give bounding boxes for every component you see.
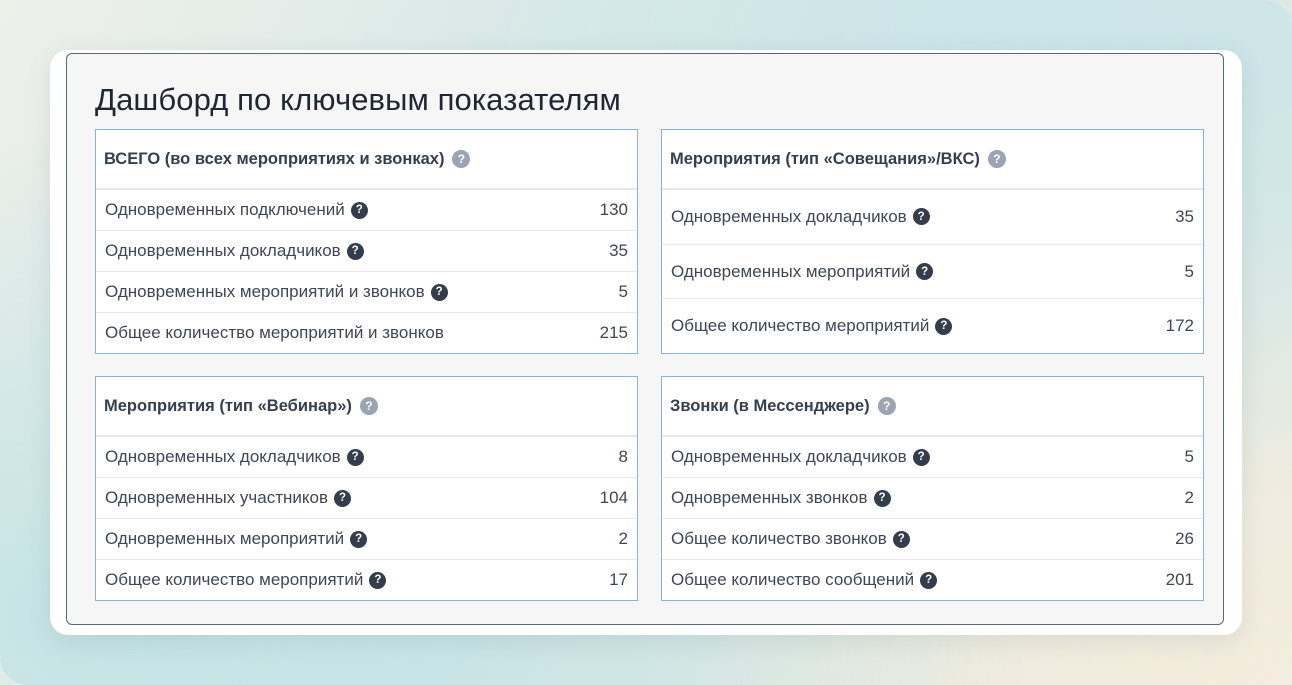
stat-value: 8 bbox=[618, 447, 628, 466]
stat-label: Общее количество мероприятий и звонков bbox=[105, 323, 444, 342]
stat-row: Общее количество сообщений? 201 bbox=[662, 559, 1203, 600]
stat-value: 215 bbox=[599, 323, 628, 342]
stat-row: Одновременных докладчиков? 35 bbox=[96, 230, 637, 271]
stat-label: Одновременных мероприятий и звонков bbox=[105, 282, 425, 301]
stat-value: 5 bbox=[618, 282, 628, 301]
stat-value: 172 bbox=[1165, 316, 1194, 336]
stat-label: Общее количество мероприятий bbox=[105, 570, 364, 589]
stat-label: Общее количество мероприятий bbox=[671, 316, 930, 336]
help-icon[interactable]: ? bbox=[369, 571, 387, 589]
help-icon[interactable]: ? bbox=[346, 448, 364, 466]
help-icon[interactable]: ? bbox=[912, 208, 930, 226]
help-icon[interactable]: ? bbox=[935, 317, 953, 335]
help-icon[interactable]: ? bbox=[350, 530, 368, 548]
stat-label: Одновременных мероприятий bbox=[105, 529, 345, 548]
help-icon[interactable]: ? bbox=[359, 397, 378, 415]
card-title: Звонки (в Мессенджере) bbox=[670, 396, 870, 415]
stat-row: Одновременных участников? 104 bbox=[96, 477, 637, 518]
stat-value: 2 bbox=[618, 529, 628, 548]
stat-label: Общее количество звонков bbox=[671, 529, 887, 548]
card-calls: Звонки (в Мессенджере) ? Одновременных д… bbox=[661, 376, 1204, 601]
card-title: ВСЕГО (во всех мероприятиях и звонках) bbox=[104, 149, 445, 168]
card-total: ВСЕГО (во всех мероприятиях и звонках) ?… bbox=[95, 129, 638, 354]
stat-value: 5 bbox=[1184, 261, 1194, 281]
stat-row: Общее количество мероприятий и звонков 2… bbox=[96, 312, 637, 353]
stat-row: Одновременных докладчиков? 35 bbox=[662, 190, 1203, 244]
stat-row: Одновременных звонков? 2 bbox=[662, 477, 1203, 518]
stat-label: Одновременных докладчиков bbox=[671, 206, 907, 226]
stat-value: 35 bbox=[609, 241, 628, 260]
card-header: Мероприятия (тип «Совещания»/ВКС) ? bbox=[662, 130, 1203, 190]
stat-row: Одновременных докладчиков? 8 bbox=[96, 437, 637, 477]
stat-label: Общее количество сообщений bbox=[671, 570, 915, 589]
stat-row: Одновременных мероприятий и звонков? 5 bbox=[96, 271, 637, 312]
stat-value: 201 bbox=[1165, 570, 1194, 589]
stat-value: 26 bbox=[1175, 529, 1194, 548]
stat-label: Одновременных участников bbox=[105, 488, 329, 507]
stat-label: Одновременных докладчиков bbox=[105, 447, 341, 466]
help-icon[interactable]: ? bbox=[877, 397, 896, 415]
card-title: Мероприятия (тип «Совещания»/ВКС) bbox=[670, 149, 980, 168]
stat-label: Одновременных мероприятий bbox=[671, 261, 911, 281]
help-icon[interactable]: ? bbox=[350, 201, 368, 219]
stat-row: Одновременных мероприятий? 2 bbox=[96, 518, 637, 559]
stat-value: 130 bbox=[599, 200, 628, 219]
help-icon[interactable]: ? bbox=[430, 283, 448, 301]
stat-value: 104 bbox=[599, 488, 628, 507]
stat-row: Общее количество звонков? 26 bbox=[662, 518, 1203, 559]
stat-label: Одновременных подключений bbox=[105, 200, 345, 219]
help-icon[interactable]: ? bbox=[912, 448, 930, 466]
stat-row: Общее количество мероприятий? 172 bbox=[662, 298, 1203, 353]
card-header: ВСЕГО (во всех мероприятиях и звонках) ? bbox=[96, 130, 637, 190]
help-icon[interactable]: ? bbox=[892, 530, 910, 548]
help-icon[interactable]: ? bbox=[334, 489, 352, 507]
help-icon[interactable]: ? bbox=[987, 150, 1006, 168]
dashboard-window: Дашборд по ключевым показателям ВСЕГО (в… bbox=[50, 50, 1242, 635]
dashboard-panel: Дашборд по ключевым показателям ВСЕГО (в… bbox=[66, 53, 1224, 625]
stat-row: Одновременных мероприятий? 5 bbox=[662, 243, 1203, 299]
page-title: Дашборд по ключевым показателям bbox=[95, 82, 621, 117]
card-meetings: Мероприятия (тип «Совещания»/ВКС) ? Одно… bbox=[661, 129, 1204, 354]
stat-value: 5 bbox=[1184, 447, 1194, 466]
help-icon[interactable]: ? bbox=[920, 571, 938, 589]
stat-label: Одновременных звонков bbox=[671, 488, 868, 507]
stat-value: 35 bbox=[1175, 206, 1194, 226]
stat-label: Одновременных докладчиков bbox=[671, 447, 907, 466]
stat-row: Одновременных подключений? 130 bbox=[96, 190, 637, 230]
card-webinar: Мероприятия (тип «Вебинар») ? Одновремен… bbox=[95, 376, 638, 601]
help-icon[interactable]: ? bbox=[916, 263, 934, 280]
stat-value: 2 bbox=[1184, 488, 1194, 507]
help-icon[interactable]: ? bbox=[873, 489, 891, 507]
stat-row: Одновременных докладчиков? 5 bbox=[662, 437, 1203, 477]
stat-label: Одновременных докладчиков bbox=[105, 241, 341, 260]
help-icon[interactable]: ? bbox=[452, 150, 471, 168]
card-header: Звонки (в Мессенджере) ? bbox=[662, 377, 1203, 437]
card-title: Мероприятия (тип «Вебинар») bbox=[104, 396, 352, 415]
stat-row: Общее количество мероприятий? 17 bbox=[96, 559, 637, 600]
help-icon[interactable]: ? bbox=[346, 242, 364, 260]
stat-value: 17 bbox=[609, 570, 628, 589]
card-header: Мероприятия (тип «Вебинар») ? bbox=[96, 377, 637, 437]
